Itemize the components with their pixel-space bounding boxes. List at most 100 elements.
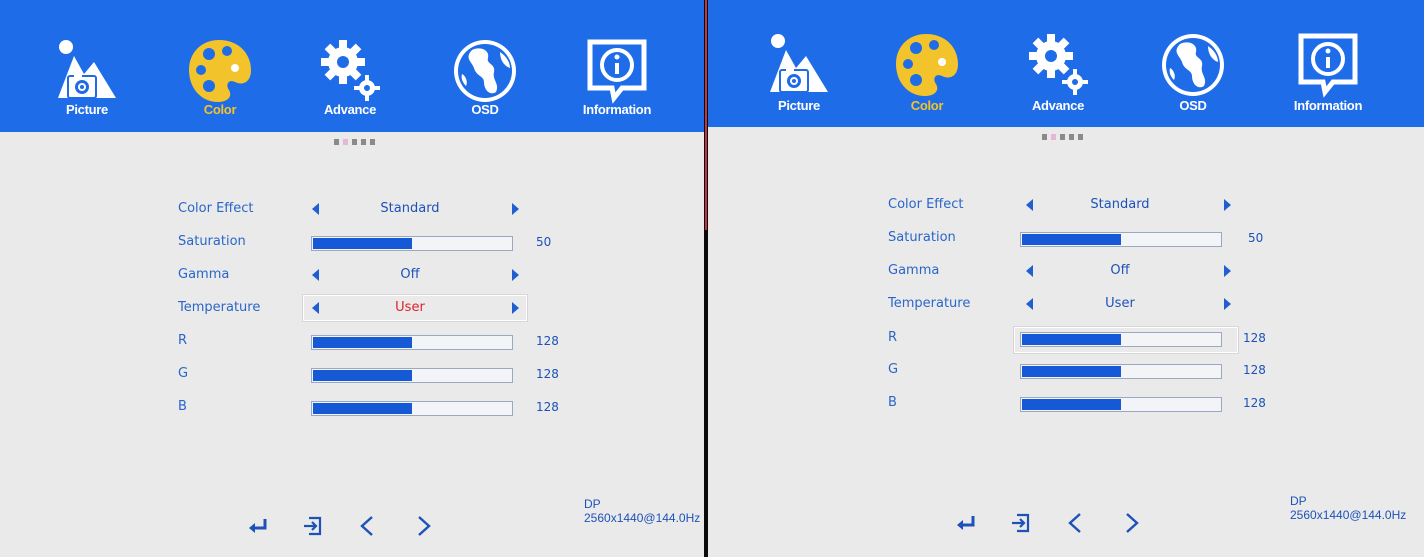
setting-value: 128 (536, 334, 559, 348)
arrow-left-icon[interactable] (312, 269, 319, 281)
g-slider[interactable] (311, 368, 513, 383)
tab-picture[interactable]: Picture (32, 0, 142, 132)
setting-r[interactable]: R 128 (178, 330, 559, 354)
slider-fill (1022, 234, 1121, 245)
arrow-left-icon[interactable] (312, 203, 319, 215)
tab-information[interactable]: Information (1273, 0, 1383, 127)
right-button[interactable] (403, 508, 443, 544)
setting-label: Saturation (888, 230, 956, 245)
osd-menu-panel-left: Picture Color Advance OSD Information Co… (0, 0, 704, 557)
setting-value: User (1105, 296, 1135, 311)
left-icon (1064, 511, 1088, 535)
arrow-left-icon[interactable] (1026, 298, 1033, 310)
arrow-right-icon[interactable] (512, 302, 519, 314)
gear-icon (315, 36, 385, 106)
tab-label: OSD (471, 102, 499, 117)
r-slider[interactable] (1020, 332, 1222, 347)
tab-label: Advance (323, 102, 377, 117)
setting-b[interactable]: B 128 (178, 396, 559, 420)
setting-label: R (888, 330, 898, 345)
exit-icon (1009, 511, 1033, 535)
setting-temperature[interactable]: Temperature User (888, 293, 1268, 317)
tab-picture[interactable]: Picture (744, 0, 854, 127)
right-button[interactable] (1111, 505, 1151, 541)
setting-label: G (888, 362, 899, 377)
slider-fill (1022, 334, 1121, 345)
input-source: DP (584, 497, 601, 511)
tab-bar: Picture Color Advance OSD Information (0, 0, 704, 132)
page-indicator (334, 139, 375, 145)
picture-icon (52, 36, 122, 106)
arrow-right-icon[interactable] (512, 203, 519, 215)
setting-saturation[interactable]: Saturation 50 (178, 231, 558, 255)
arrow-left-icon[interactable] (1026, 199, 1033, 211)
enter-button[interactable] (238, 508, 278, 544)
display-mode: 2560x1440@144.0Hz (1290, 508, 1407, 522)
setting-label: Gamma (888, 263, 940, 278)
enter-button[interactable] (946, 505, 986, 541)
info-icon (582, 36, 652, 106)
info-icon (1293, 30, 1363, 100)
setting-saturation[interactable]: Saturation 50 (888, 227, 1268, 251)
left-icon (356, 514, 380, 538)
setting-gamma[interactable]: Gamma Off (178, 264, 558, 288)
setting-value: User (395, 300, 425, 315)
tab-osd[interactable]: OSD (430, 0, 540, 132)
slider-fill (313, 238, 412, 249)
setting-gamma[interactable]: Gamma Off (888, 260, 1268, 284)
saturation-slider[interactable] (1020, 232, 1222, 247)
osd-menu-panel-right: Picture Color Advance OSD Information Co… (708, 0, 1424, 557)
tab-information[interactable]: Information (562, 0, 672, 132)
arrow-right-icon[interactable] (1224, 298, 1231, 310)
arrow-left-icon[interactable] (312, 302, 319, 314)
setting-value: 128 (1243, 363, 1266, 377)
globe-icon (1158, 30, 1228, 100)
tab-bar: Picture Color Advance OSD Information (708, 0, 1424, 127)
tab-color[interactable]: Color (165, 0, 275, 132)
slider-fill (1022, 366, 1121, 377)
saturation-slider[interactable] (311, 236, 513, 251)
setting-value: Off (400, 267, 420, 282)
r-slider[interactable] (311, 335, 513, 350)
display-mode: 2560x1440@144.0Hz (584, 511, 701, 525)
left-button[interactable] (1056, 505, 1096, 541)
setting-label: Temperature (178, 300, 261, 315)
setting-r[interactable]: R 128 (888, 327, 1268, 351)
setting-label: B (178, 399, 187, 414)
arrow-right-icon[interactable] (1224, 265, 1231, 277)
arrow-right-icon[interactable] (1224, 199, 1231, 211)
exit-button[interactable] (293, 508, 333, 544)
tab-osd[interactable]: OSD (1138, 0, 1248, 127)
setting-g[interactable]: G 128 (178, 363, 559, 387)
page-indicator (1042, 134, 1083, 140)
tab-color[interactable]: Color (872, 0, 982, 127)
setting-b[interactable]: B 128 (888, 392, 1268, 416)
tab-label: Picture (778, 98, 820, 113)
setting-temperature[interactable]: Temperature User (178, 297, 558, 321)
setting-label: Temperature (888, 296, 971, 311)
setting-value: 128 (1243, 331, 1266, 345)
setting-value: Standard (380, 201, 440, 216)
setting-g[interactable]: G 128 (888, 359, 1268, 383)
setting-color-effect[interactable]: Color Effect Standard (888, 194, 1268, 218)
input-source-info: DP 2560x1440@144.0Hz (584, 497, 700, 525)
tab-advance[interactable]: Advance (1003, 0, 1113, 127)
g-slider[interactable] (1020, 364, 1222, 379)
setting-color-effect[interactable]: Color Effect Standard (178, 198, 558, 222)
setting-value: 128 (536, 367, 559, 381)
setting-label: G (178, 366, 189, 381)
arrow-right-icon[interactable] (512, 269, 519, 281)
setting-label: Saturation (178, 234, 246, 249)
exit-button[interactable] (1001, 505, 1041, 541)
right-icon (1119, 511, 1143, 535)
setting-value: Off (1110, 263, 1130, 278)
gear-icon (1023, 30, 1093, 100)
left-button[interactable] (348, 508, 388, 544)
slider-fill (1022, 399, 1121, 410)
setting-value: Standard (1090, 197, 1150, 212)
b-slider[interactable] (311, 401, 513, 416)
arrow-left-icon[interactable] (1026, 265, 1033, 277)
b-slider[interactable] (1020, 397, 1222, 412)
tab-advance[interactable]: Advance (295, 0, 405, 132)
globe-icon (450, 36, 520, 106)
